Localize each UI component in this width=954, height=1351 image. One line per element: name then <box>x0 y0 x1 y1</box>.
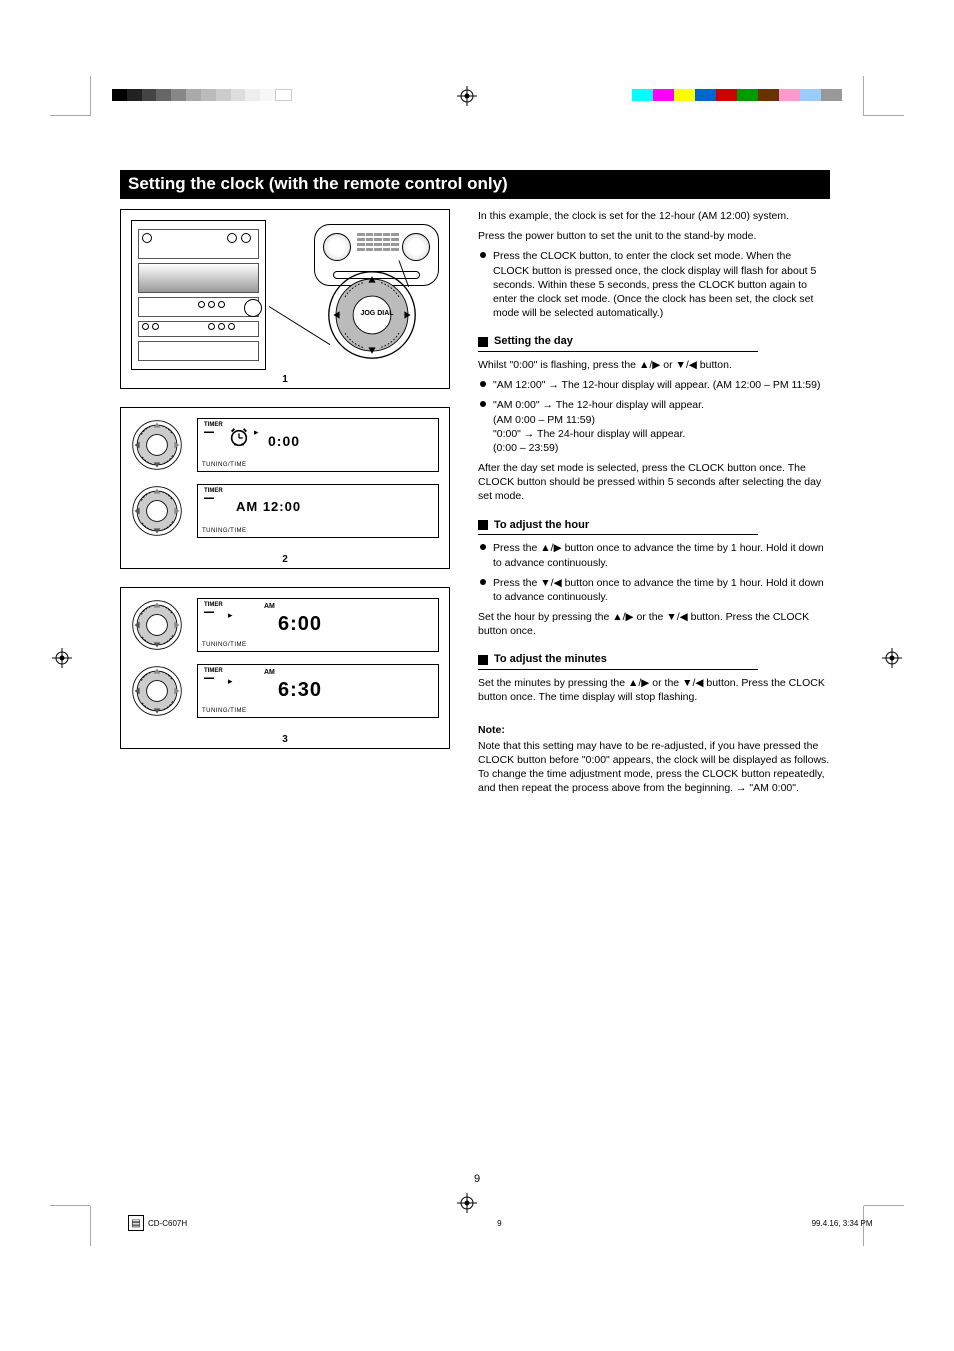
figure-2: TIMER ▬▬ <box>120 407 450 569</box>
timer-indicator: TIMER <box>204 422 223 428</box>
bullet-icon <box>480 252 486 258</box>
instruction-bullet: Press the ▼/◀ button once to advance the… <box>478 576 830 604</box>
footer-timestamp: 99.4.16, 3:34 PM <box>812 1219 873 1228</box>
instruction-bullet: "AM 0:00" → The 12-hour display will app… <box>478 398 830 455</box>
bullet-icon <box>480 544 486 550</box>
jog-dial-icon <box>131 599 183 651</box>
instruction-text: "AM 0:00" → The 12-hour display will app… <box>493 398 704 455</box>
bullet-icon <box>480 401 486 407</box>
instruction-bullet: Press the CLOCK button, to enter the clo… <box>478 249 830 320</box>
figure-1: JOG DIAL 1 <box>120 209 450 389</box>
lcd-display: TIMER ▬▬ <box>197 418 439 472</box>
instruction-text: Press the CLOCK button, to enter the clo… <box>493 249 830 320</box>
am-indicator: AM <box>264 603 275 610</box>
tuning-time-label: TUNING/TIME <box>202 462 247 468</box>
am-indicator: AM <box>264 669 275 676</box>
step-text: Whilst "0:00" is flashing, press the ▲/▶… <box>478 358 830 372</box>
step-heading: To adjust the hour <box>478 518 830 533</box>
display-value: 6:30 <box>278 679 322 702</box>
registration-mark-icon <box>882 648 902 668</box>
crop-mark <box>864 1205 904 1206</box>
instruction-text: "AM 12:00" → The 12-hour display will ap… <box>493 378 820 392</box>
step-title: To adjust the hour <box>494 518 589 533</box>
crop-mark <box>50 1205 90 1206</box>
page-number: 9 <box>474 1173 480 1185</box>
file-icon: ▤ <box>128 1215 144 1231</box>
footer-filename: CD-C607H <box>148 1219 187 1228</box>
jog-dial-label: JOG DIAL <box>357 310 397 317</box>
jog-dial-callout: JOG DIAL <box>327 270 417 360</box>
step-title: Setting the day <box>494 334 573 349</box>
crop-mark <box>90 1206 91 1246</box>
timer-indicator: TIMER <box>204 668 223 674</box>
step-heading: To adjust the minutes <box>478 652 830 667</box>
figure-3: TIMER ▬▬ ▸ AM 6:00 TUNING/TIME <box>120 587 450 749</box>
lcd-display: TIMER ▬▬ ▸ AM 6:30 TUNING/TIME <box>197 664 439 718</box>
jog-dial-icon <box>131 665 183 717</box>
alarm-clock-icon <box>228 427 250 447</box>
square-bullet-icon <box>478 520 488 530</box>
figure-number: 3 <box>282 734 288 745</box>
display-value: 0:00 <box>268 433 300 449</box>
step-title: To adjust the minutes <box>494 652 607 667</box>
tuning-time-label: TUNING/TIME <box>202 642 247 648</box>
bullet-icon <box>480 381 486 387</box>
note-heading: Note: <box>478 723 830 737</box>
grayscale-calibration-bar <box>112 89 292 101</box>
square-bullet-icon <box>478 337 488 347</box>
bullet-icon <box>480 579 486 585</box>
lcd-display: TIMER ▬▬ AM 12:00 TUNING/TIME <box>197 484 439 538</box>
jog-dial-icon <box>131 485 183 537</box>
lcd-display: TIMER ▬▬ ▸ AM 6:00 TUNING/TIME <box>197 598 439 652</box>
crop-mark <box>90 76 91 116</box>
step-text: After the day set mode is selected, pres… <box>478 461 830 504</box>
step-text: Set the hour by pressing the ▲/▶ or the … <box>478 610 830 638</box>
crop-mark <box>864 115 904 116</box>
color-calibration-bar <box>632 89 842 101</box>
divider <box>478 534 758 535</box>
registration-mark-icon <box>52 648 72 668</box>
timer-indicator: TIMER <box>204 602 223 608</box>
divider <box>478 351 758 352</box>
intro-text: In this example, the clock is set for th… <box>478 209 830 223</box>
display-value: AM 12:00 <box>236 499 301 514</box>
step-text: Set the minutes by pressing the ▲/▶ or t… <box>478 676 830 704</box>
intro-text: Press the power button to set the unit t… <box>478 229 830 243</box>
instruction-bullet: Press the ▲/▶ button once to advance the… <box>478 541 830 569</box>
timer-indicator: TIMER <box>204 488 223 494</box>
figure-number: 2 <box>282 554 288 565</box>
crop-mark <box>50 115 90 116</box>
tuning-time-label: TUNING/TIME <box>202 708 247 714</box>
figure-number: 1 <box>282 374 288 385</box>
instruction-text: Press the ▲/▶ button once to advance the… <box>493 541 830 569</box>
section-title: Setting the clock (with the remote contr… <box>120 170 830 199</box>
tuning-time-label: TUNING/TIME <box>202 528 247 534</box>
instruction-bullet: "AM 12:00" → The 12-hour display will ap… <box>478 378 830 392</box>
footer-metadata: ▤ CD-C607H 9 99.4.16, 3:34 PM <box>128 1215 873 1231</box>
jog-dial-icon <box>131 419 183 471</box>
footer-pagecount: 9 <box>497 1219 501 1228</box>
registration-mark-icon <box>457 1193 477 1213</box>
step-heading: Setting the day <box>478 334 830 349</box>
crop-mark <box>863 76 864 116</box>
note-text: Note that this setting may have to be re… <box>478 739 830 796</box>
display-value: 6:00 <box>278 613 322 636</box>
instruction-column: In this example, the clock is set for th… <box>478 209 830 802</box>
manual-page: Setting the clock (with the remote contr… <box>120 170 830 802</box>
divider <box>478 669 758 670</box>
figure-column: JOG DIAL 1 <box>120 209 450 802</box>
instruction-text: Press the ▼/◀ button once to advance the… <box>493 576 830 604</box>
registration-mark-icon <box>457 86 477 106</box>
square-bullet-icon <box>478 655 488 665</box>
stereo-illustration <box>131 220 266 370</box>
